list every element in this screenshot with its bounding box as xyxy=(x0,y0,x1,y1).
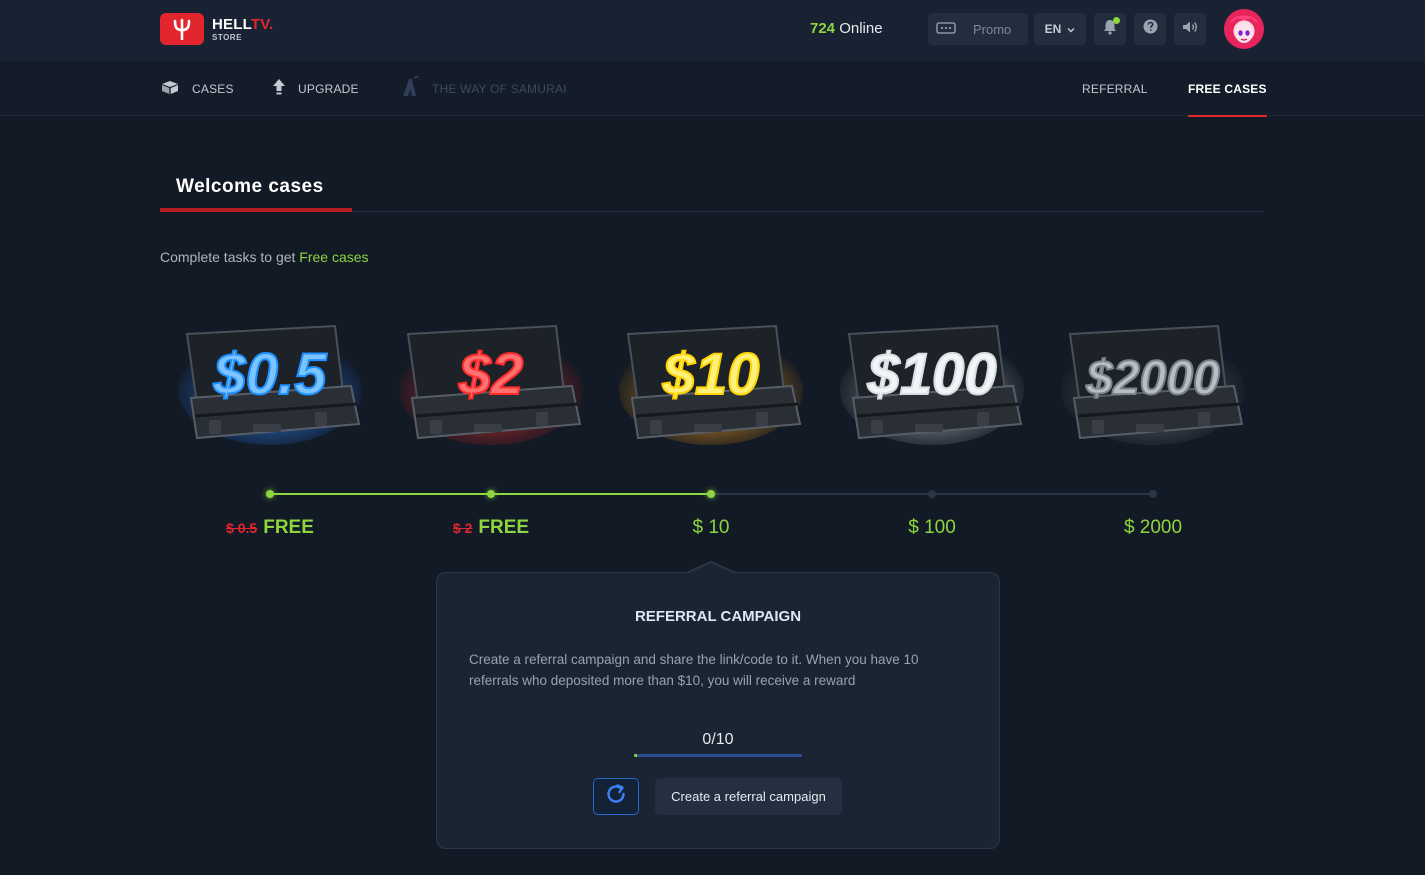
sound-button[interactable] xyxy=(1174,13,1206,45)
nav-item-samurai[interactable]: THE WAY OF SAMURAI xyxy=(400,61,567,116)
referral-description: Create a referral campaign and share the… xyxy=(469,652,919,688)
ticket-icon xyxy=(936,21,956,37)
free-label: FREE xyxy=(263,517,314,538)
case-art: $10 xyxy=(619,324,803,445)
referral-panel: REFERRAL CAMPAIGN Create a referral camp… xyxy=(436,572,1000,849)
referral-counter: 0/10 xyxy=(702,731,734,748)
nav-item-upgrade[interactable]: UPGRADE xyxy=(272,61,359,116)
online-count: 724 xyxy=(810,20,836,37)
progress-node xyxy=(707,490,715,498)
free-label: FREE xyxy=(478,517,530,538)
online-label: Online xyxy=(839,20,883,37)
promo-label: Promo xyxy=(973,21,1012,37)
case-art: $2 xyxy=(399,324,583,445)
progress-node xyxy=(928,490,936,498)
case-art-label: $10 xyxy=(662,342,760,407)
nav-label-cases: CASES xyxy=(192,81,234,96)
case-art: $0.5 xyxy=(178,324,362,445)
nav-label-samurai: THE WAY OF SAMURAI xyxy=(432,81,567,96)
arrow-up-icon xyxy=(272,78,286,99)
help-button[interactable] xyxy=(1134,13,1166,45)
nav-item-cases[interactable]: CASES xyxy=(160,61,234,116)
create-campaign-button[interactable]: Create a referral campaign xyxy=(655,778,842,815)
chevron-down-icon xyxy=(1067,22,1075,36)
nav-item-free-cases[interactable]: FREE CASES xyxy=(1188,61,1267,117)
question-icon xyxy=(1143,19,1158,39)
nav-label-upgrade: UPGRADE xyxy=(298,81,359,96)
page-subtitle: Complete tasks to get Free cases xyxy=(160,249,369,265)
user-avatar[interactable] xyxy=(1224,9,1264,49)
case-art-label: $2 xyxy=(458,342,524,407)
case-price: $ 2000 xyxy=(1063,517,1243,539)
case-art: $100 xyxy=(840,324,1024,445)
language-select[interactable]: EN xyxy=(1034,13,1086,45)
panel-pointer-fill xyxy=(686,563,736,574)
progress-node xyxy=(266,490,274,498)
promo-button[interactable]: Promo xyxy=(928,13,1028,45)
subtitle-text: Complete tasks to get xyxy=(160,249,296,265)
progress-node xyxy=(487,490,495,498)
title-underline xyxy=(160,208,352,212)
nav-label-free-cases: FREE CASES xyxy=(1188,81,1267,96)
referral-progress-fill xyxy=(634,754,637,757)
page-title: Welcome cases xyxy=(176,176,324,197)
subtitle-highlight: Free cases xyxy=(299,249,369,265)
logo-title: HELLTV. xyxy=(212,15,274,33)
main-nav: CASES UPGRADE THE WAY OF SAMURAI REFERRA… xyxy=(0,61,1425,117)
notification-dot xyxy=(1113,17,1120,24)
price-value: $ 2000 xyxy=(1123,517,1183,538)
case-card[interactable]: $2000 xyxy=(1058,312,1248,462)
old-price: $ 0.5 xyxy=(226,520,258,536)
case-card[interactable]: $100 xyxy=(837,312,1027,462)
progress-node xyxy=(1149,490,1157,498)
case-price: $ 10 xyxy=(621,517,801,539)
samurai-icon xyxy=(400,75,420,101)
case-art-label: $2000 xyxy=(1085,352,1220,405)
refresh-icon xyxy=(605,783,627,810)
language-label: EN xyxy=(1044,22,1062,36)
case-art-label: $0.5 xyxy=(213,342,328,407)
case-art: $2000 xyxy=(1061,324,1245,445)
price-value: $ 100 xyxy=(908,517,956,538)
site-logo[interactable]: HELLTV. STORE xyxy=(160,13,273,45)
case-art-label: $100 xyxy=(866,342,996,407)
nav-item-referral[interactable]: REFERRAL xyxy=(1082,61,1148,116)
referral-title: REFERRAL CAMPAIGN xyxy=(634,608,802,625)
online-counter: 724 Online xyxy=(810,20,883,37)
logo-subtitle: STORE xyxy=(212,32,242,42)
trident-logo-icon xyxy=(160,13,204,45)
case-card[interactable]: $0.5 xyxy=(175,312,365,462)
top-header: HELLTV. STORE 724 Online Promo EN xyxy=(0,0,1425,61)
notifications-button[interactable] xyxy=(1094,13,1126,45)
case-price: $ 0.5 FREE xyxy=(180,517,360,539)
case-card[interactable]: $2 xyxy=(396,312,586,462)
nav-label-referral: REFERRAL xyxy=(1082,81,1148,96)
price-value: $ 10 xyxy=(692,517,730,538)
speaker-icon xyxy=(1182,20,1198,39)
referral-progress-bar xyxy=(634,754,802,757)
box-icon xyxy=(160,79,180,98)
case-price: $ 100 xyxy=(842,517,1022,539)
case-price: $ 2 FREE xyxy=(401,517,581,539)
old-price: $ 2 xyxy=(452,520,473,536)
case-card[interactable]: $10 xyxy=(616,312,806,462)
refresh-button[interactable] xyxy=(593,778,639,815)
